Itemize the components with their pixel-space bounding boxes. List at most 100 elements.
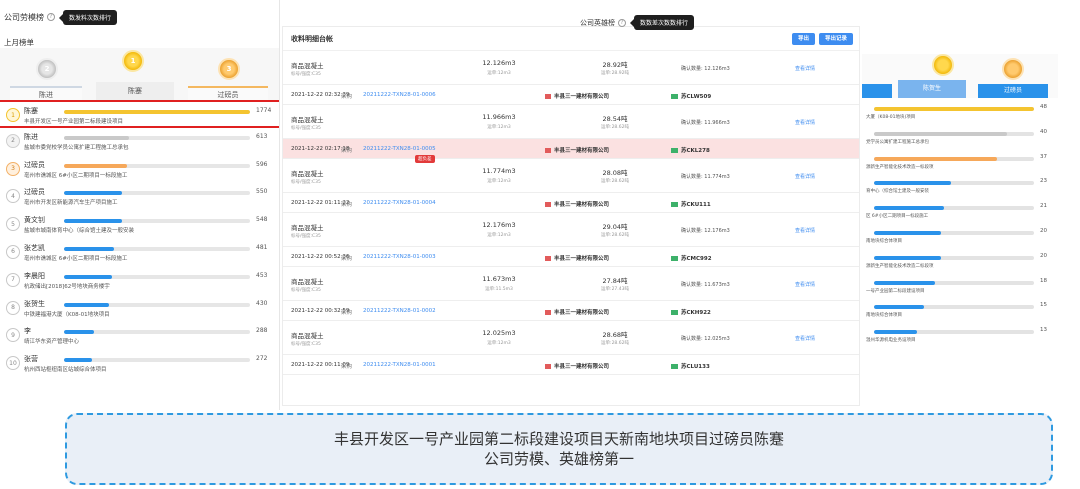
rank-row[interactable]: 9 李靖江华东资产管理中心 288 xyxy=(0,322,279,350)
export-records-button[interactable]: 导出记录 xyxy=(818,33,853,45)
tooltip: 数发料次数排行 xyxy=(58,9,118,25)
order-row[interactable]: 2021-12-22 00:32:59 采购 20211222-TXN28-01-0… xyxy=(283,301,859,321)
rank-project: 靖江华东资产管理中心 xyxy=(24,339,80,346)
material-name: 商品混凝土 xyxy=(291,278,324,286)
rank-value: 481 xyxy=(256,243,268,251)
view-details-link[interactable]: 查看详情 xyxy=(795,227,815,234)
rank-value: 596 xyxy=(256,160,268,168)
rank-badge: 2 xyxy=(6,133,20,148)
rank-bar-fill xyxy=(64,219,122,224)
rank-value: 1774 xyxy=(256,107,272,114)
plate: 苏CLW509 xyxy=(671,92,711,100)
hero-value: 23 xyxy=(1040,178,1047,185)
confirmed-quantity: 确认数量: 12.126m3 xyxy=(681,66,730,72)
view-details-link[interactable]: 查看详情 xyxy=(795,65,815,72)
rank-value: 272 xyxy=(256,355,268,363)
order-row[interactable]: 2021-12-22 00:11:09 采购 20211222-TXN28-01-0… xyxy=(283,355,859,375)
hero-row[interactable]: 23 育中心（综合馆土建及一般安装 xyxy=(862,176,1058,201)
detail-row: 商品混凝土 标号/强度:C35 11.774m3 运单:12m3 28.08吨 运单:28… xyxy=(283,155,859,193)
hero-bar-fill xyxy=(874,206,945,211)
hero-value: 13 xyxy=(1040,327,1047,334)
order-number-link[interactable]: 20211222-TXN28-01-0001 xyxy=(363,362,436,368)
supplier: 丰县三一建材有限公司 xyxy=(545,146,609,154)
hero-project: 育中心（综合馆土建及一般安装 xyxy=(866,189,929,195)
hero-value: 18 xyxy=(1040,277,1047,284)
order-row[interactable]: 2021-12-22 00:52:36 采购 20211222-TXN28-01-0… xyxy=(283,247,859,267)
order-number-link[interactable]: 20211222-TXN28-01-0003 xyxy=(363,254,436,260)
truck-icon xyxy=(671,202,678,207)
company-icon xyxy=(545,256,551,261)
rank-row[interactable]: 7 李晨阳 杭政储出[2018]62号地块商务楼宇 453 xyxy=(0,267,279,295)
confirmed-quantity: 确认数量: 12.025m3 xyxy=(681,336,730,342)
podium-second[interactable]: 陈进 xyxy=(10,86,82,100)
volume-waybill: 运单:12m3 xyxy=(487,179,511,184)
view-details-link[interactable]: 查看详情 xyxy=(795,119,815,126)
hero-podium-left[interactable] xyxy=(862,84,892,98)
rank-row[interactable]: 8 张贺生 中铁建福港大厦（K08-01地块项目 430 xyxy=(0,295,279,323)
rank-row[interactable]: 1 陈蹇 丰县开发区一号产业园第二标段建设项目 1774 xyxy=(0,100,279,128)
weight-waybill: 运单:28.62吨 xyxy=(601,125,629,130)
rank-project: 亳州市谯城区 6#小区二期项目一标段施工 xyxy=(24,255,128,262)
help-icon[interactable]: ? xyxy=(47,13,55,21)
hero-podium-third[interactable]: 过磅员 xyxy=(978,84,1048,98)
rank-name: 黄文钊 xyxy=(24,216,45,225)
view-details-link[interactable]: 查看详情 xyxy=(795,335,815,342)
order-number-link[interactable]: 20211222-TXN28-01-0005 xyxy=(363,146,436,152)
hero-row[interactable]: 37 源新生产智能化技术改造一标段项 xyxy=(862,152,1058,177)
hero-row[interactable]: 20 源新生产智能化技术改造二标段项 xyxy=(862,251,1058,276)
volume-value: 12.025m3 xyxy=(482,329,516,337)
rank-row[interactable]: 10 张营 杭州西站枢纽南区站城综合体项目 272 xyxy=(0,350,279,378)
hero-row[interactable]: 15 南地块综合体项目 xyxy=(862,300,1058,325)
export-button[interactable]: 导出 xyxy=(791,33,815,45)
caption-line-2: 公司劳模、英雄榜第一 xyxy=(483,450,634,468)
podium-first[interactable]: 陈蹇 xyxy=(96,82,174,100)
hero-project: 大厦（K08-01地块)项目 xyxy=(866,115,916,120)
material-name: 商品混凝土 xyxy=(291,116,324,124)
view-details-link[interactable]: 查看详情 xyxy=(795,281,815,288)
rank-row[interactable]: 3 过磅员 亳州市谯城区 6#小区二期项目一标段施工 596 xyxy=(0,156,279,184)
hero-row[interactable]: 20 南地块综合体项目 xyxy=(862,226,1058,251)
material-grade: 标号/强度:C35 xyxy=(291,342,321,347)
rank-bar xyxy=(64,135,250,140)
order-number-link[interactable]: 20211222-TXN28-01-0004 xyxy=(363,200,436,206)
help-icon[interactable]: ? xyxy=(618,18,626,27)
view-details-link[interactable]: 查看详情 xyxy=(795,173,815,180)
rank-bar xyxy=(64,302,250,307)
rank-row[interactable]: 5 黄文钊 盐城市城南体育中心（综合馆土建及一般安装 548 xyxy=(0,211,279,239)
warning-badge: 超负差 xyxy=(415,155,435,163)
rank-badge: 4 xyxy=(6,189,20,204)
rank-name: 过磅员 xyxy=(24,160,45,169)
hero-value: 40 xyxy=(1040,128,1047,135)
rank-name: 张艺凯 xyxy=(24,243,45,252)
order-row[interactable]: 2021-12-22 02:32:39 采购 20211222-TXN28-01-0… xyxy=(283,85,859,105)
hero-row[interactable]: 13 温州华源机电业务设项目 xyxy=(862,325,1058,350)
rank-bar xyxy=(64,110,250,114)
material-grade: 标号/强度:C35 xyxy=(291,72,321,77)
rank-row[interactable]: 2 陈进 盐城市委党校学员公寓扩建工程施工总承包 613 xyxy=(0,128,279,156)
rank-bar xyxy=(64,330,250,335)
hero-row[interactable]: 18 一号产业园第二标段建设项目 xyxy=(862,276,1058,301)
rank-row[interactable]: 6 张艺凯 亳州市谯城区 6#小区二期项目一标段施工 481 xyxy=(0,239,279,267)
hero-row[interactable]: 40 党学员公寓扩建工程施工总承包 xyxy=(862,127,1058,152)
rank-bar xyxy=(64,219,250,224)
rank-bar xyxy=(64,358,250,363)
hero-podium-first[interactable]: 陈贺生 xyxy=(898,80,966,98)
order-row[interactable]: 2021-12-22 01:11:22 采购 20211222-TXN28-01-0… xyxy=(283,193,859,213)
podium-third[interactable]: 过磅员 xyxy=(188,86,268,100)
order-row[interactable]: 2021-12-22 02:17:18 采购 20211222-TXN28-01-0… xyxy=(283,139,859,159)
rank-value: 613 xyxy=(256,132,268,140)
silver-medal-icon: 2 xyxy=(36,58,58,80)
order-number-link[interactable]: 20211222-TXN28-01-0002 xyxy=(363,308,436,314)
rank-badge: 8 xyxy=(6,300,20,315)
rank-row[interactable]: 4 过磅员 亳州市开发区新能源汽车生产项目施工 550 xyxy=(0,183,279,211)
rank-bar-fill xyxy=(64,163,128,168)
hero-row[interactable]: 21 区 6#小区二期项目一标段施工 xyxy=(862,201,1058,226)
weight-waybill: 运单:28.92吨 xyxy=(601,71,629,76)
order-number-link[interactable]: 20211222-TXN28-01-0006 xyxy=(363,92,436,98)
company-icon xyxy=(545,364,551,369)
hero-row[interactable]: 48 大厦（K08-01地块)项目 xyxy=(862,102,1058,127)
weight-value: 28.08吨 xyxy=(602,169,628,177)
rank-badge: 5 xyxy=(6,217,20,232)
material-name: 商品混凝土 xyxy=(291,62,324,70)
rank-project: 杭州西站枢纽南区站城综合体项目 xyxy=(24,367,107,374)
